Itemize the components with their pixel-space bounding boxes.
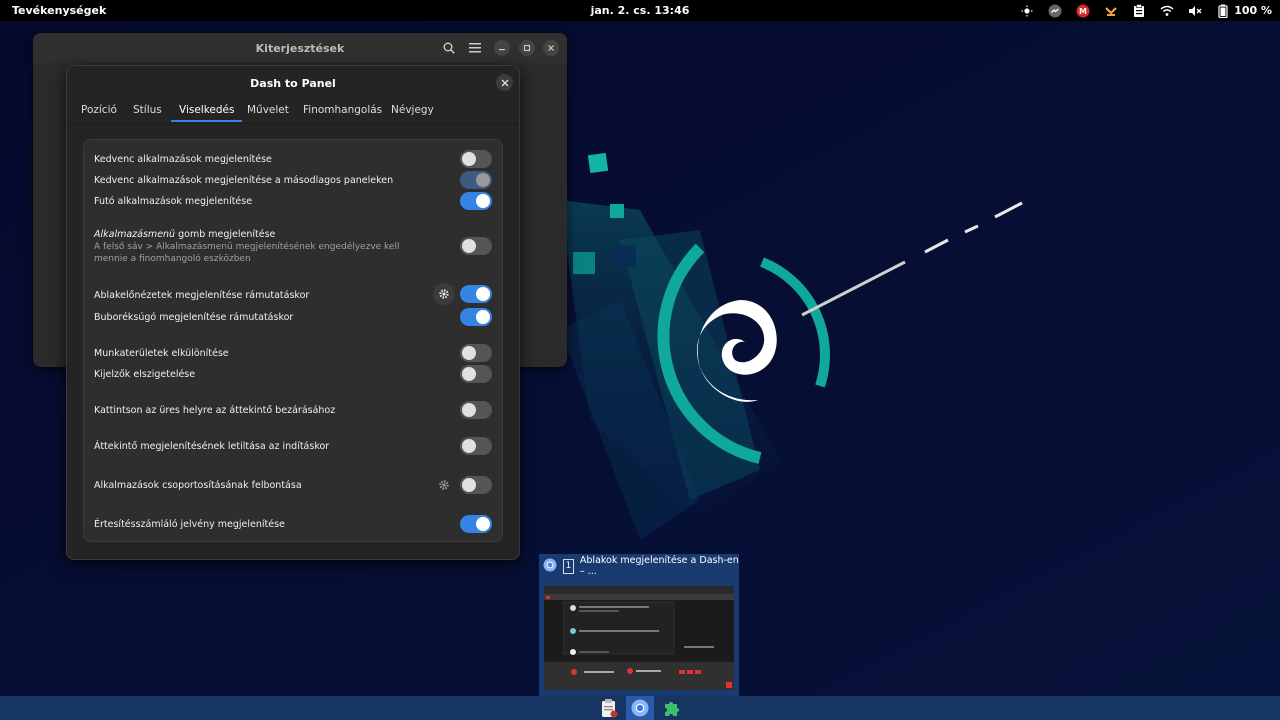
gear-icon[interactable] [433,474,455,496]
toggle-tooltip[interactable] [460,308,492,326]
toggle-isolate-monitors[interactable] [460,365,492,383]
extensions-title: Kiterjesztések [255,42,345,55]
tab-muvelet[interactable]: Művelet [247,104,289,116]
menu-icon[interactable] [467,40,483,56]
top-bar: Tevékenységek jan. 2. cs. 13:46 M 100 % [0,0,1280,21]
tab-finomhangolas[interactable]: Finomhangolás [303,104,382,116]
dialog-title: Dash to Panel [250,77,336,90]
settings-tabs: Pozíció Stílus Viselkedés Művelet Finomh… [67,98,519,124]
toggle-ungroup-apps[interactable] [460,476,492,494]
setting-label: Kedvenc alkalmazások megjelenítése a más… [94,175,394,186]
setting-label: Áttekintő megjelenítésének letiltása az … [94,441,330,452]
chromium-icon[interactable] [626,696,654,720]
setting-label: Kattintson az üres helyre az áttekintő b… [94,405,336,416]
close-icon[interactable] [496,74,513,91]
tab-stilus[interactable]: Stílus [133,104,162,116]
taskbar-panel [0,696,1280,720]
toggle-isolate-workspaces[interactable] [460,344,492,362]
gear-icon[interactable] [433,283,455,305]
clock-button[interactable]: jan. 2. cs. 13:46 [591,4,690,17]
setting-label: Munkaterületek elkülönítése [94,348,229,359]
brightness-icon[interactable] [1020,4,1034,18]
clipboard-icon[interactable] [1132,3,1146,18]
window-preview-popup[interactable]: 1 Ablakok megjelenítése a Dash-en – ... [539,554,739,696]
setting-label: Kijelzők elszigetelése [94,369,196,380]
toggle-show-favorites-secondary[interactable] [460,171,492,189]
setting-label: Alkalmazások csoportosításának felbontás… [94,480,302,491]
toggle-window-previews[interactable] [460,285,492,303]
battery-percentage: 100 % [1234,4,1272,17]
wifi-icon[interactable] [1160,4,1174,18]
maximize-icon[interactable] [519,40,535,56]
setting-label: Értesítésszámláló jelvény megjelenítése [94,519,285,530]
dash-to-panel-dialog: Dash to Panel Pozíció Stílus Viselkedés … [66,65,520,560]
toggle-disable-overview-startup[interactable] [460,437,492,455]
toggle-click-empty-close-overview[interactable] [460,401,492,419]
chromium-icon [543,558,557,575]
setting-label: Kedvenc alkalmazások megjelenítése [94,154,272,165]
system-tray: M 100 % [1020,2,1272,19]
setting-label: gomb megjelenítése [175,229,276,240]
extensions-headerbar: Kiterjesztések [33,33,567,63]
preview-window-title: Ablakok megjelenítése a Dash-en – ... [579,555,739,577]
window-number-badge: 1 [563,558,574,574]
toggle-notification-badge[interactable] [460,515,492,533]
setting-label: Ablakelőnézetek megjelenítése rámutatásk… [94,290,310,301]
tab-nevjegy[interactable]: Névjegy [391,104,434,116]
setting-label: Futó alkalmazások megjelenítése [94,196,253,207]
setting-label: Buboréksúgó megjelenítése rámutatáskor [94,312,294,323]
setting-appmenu: Alkalmazásmenü gomb megjelenítése A fels… [94,229,434,266]
extensions-icon[interactable] [658,696,686,720]
volume-muted-icon[interactable] [1188,4,1202,18]
close-icon[interactable] [543,40,559,56]
messenger-icon[interactable] [1048,4,1062,18]
mega-icon[interactable]: M [1076,4,1090,18]
battery-icon[interactable] [1216,4,1230,18]
preview-header: 1 Ablakok megjelenítése a Dash-en – ... [543,555,739,577]
window-thumbnail[interactable] [544,586,734,690]
svg-text:M: M [1079,7,1087,16]
tab-viselkedes[interactable]: Viselkedés [170,104,244,122]
behavior-settings-list: Kedvenc alkalmazások megjelenítése Kedve… [83,139,503,542]
update-icon[interactable] [1104,4,1118,18]
activities-button[interactable]: Tevékenységek [12,4,106,17]
text-editor-icon[interactable] [595,696,623,720]
setting-description: A felső sáv > Alkalmazásmenü megjeleníté… [94,241,400,265]
tab-pozicio[interactable]: Pozíció [81,104,117,116]
toggle-show-appmenu[interactable] [460,237,492,255]
toggle-show-running-apps[interactable] [460,192,492,210]
minimize-icon[interactable] [494,40,510,56]
search-icon[interactable] [441,40,457,56]
toggle-show-favorites[interactable] [460,150,492,168]
setting-label-italic: Alkalmazásmenü [94,229,176,240]
